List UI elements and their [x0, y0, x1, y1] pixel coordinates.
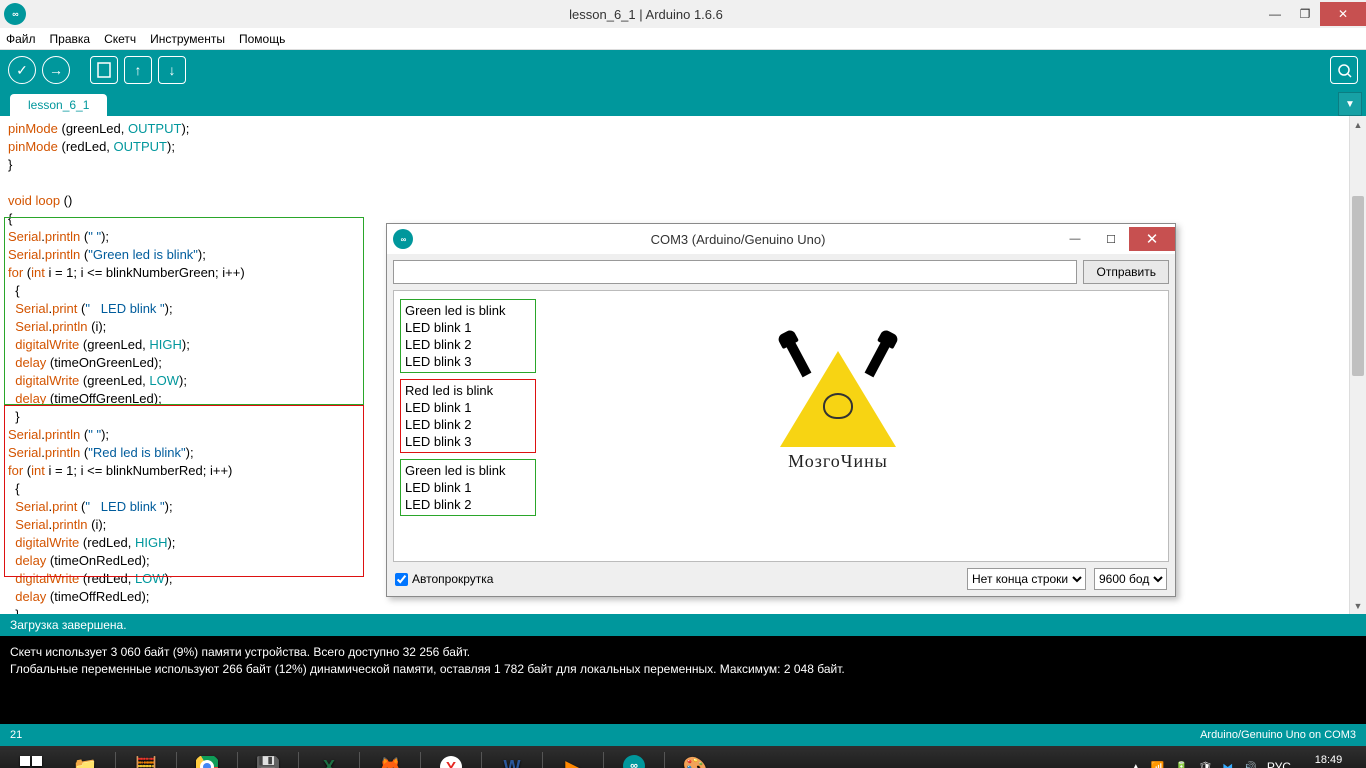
- serial-line: LED blink 2: [405, 496, 531, 513]
- build-console[interactable]: Скетч использует 3 060 байт (9%) памяти …: [0, 636, 1366, 724]
- serial-line: LED blink 3: [405, 433, 531, 450]
- tray-language[interactable]: РУС: [1267, 760, 1291, 768]
- console-line: Скетч использует 3 060 байт (9%) памяти …: [10, 644, 1356, 661]
- upload-button[interactable]: →: [42, 56, 70, 84]
- serial-send-button[interactable]: Отправить: [1083, 260, 1169, 284]
- serial-line: LED blink 1: [405, 399, 531, 416]
- serial-titlebar: ∞ COM3 (Arduino/Genuino Uno) — ☐ ✕: [387, 224, 1175, 254]
- footer-bar: 21 Arduino/Genuino Uno on COM3: [0, 724, 1366, 746]
- workspace: pinMode (greenLed, OUTPUT); pinMode (red…: [0, 116, 1366, 614]
- minimize-button[interactable]: —: [1260, 2, 1290, 26]
- taskbar-save-icon[interactable]: 💾: [244, 749, 292, 768]
- tray-network-icon[interactable]: 📶: [1151, 761, 1165, 768]
- serial-line: Green led is blink: [405, 302, 531, 319]
- verify-button[interactable]: ✓: [8, 56, 36, 84]
- status-bar: Загрузка завершена.: [0, 614, 1366, 636]
- serial-input[interactable]: [393, 260, 1077, 284]
- console-line: Глобальные переменные используют 266 бай…: [10, 661, 1356, 678]
- serial-block-green-2: Green led is blink LED blink 1 LED blink…: [400, 459, 536, 516]
- taskbar-explorer[interactable]: 📁: [61, 749, 109, 768]
- menu-tools[interactable]: Инструменты: [150, 32, 225, 46]
- board-info: Arduino/Genuino Uno on COM3: [1200, 729, 1356, 741]
- arduino-icon: ∞: [4, 3, 26, 25]
- taskbar-mediaplayer[interactable]: ▶: [549, 749, 597, 768]
- cursor-line: 21: [10, 729, 22, 741]
- taskbar-chrome[interactable]: [183, 749, 231, 768]
- titlebar: ∞ lesson_6_1 | Arduino 1.6.6 — ❐ ✕: [0, 0, 1366, 28]
- windows-taskbar: 📁 🧮 💾 X 🦊 Y W ▶ ∞ 🎨 ▲ 📶 🔋 🛡 ⧓ 🔊 РУС 18:4…: [0, 746, 1366, 768]
- menu-help[interactable]: Помощь: [239, 32, 285, 46]
- tray-bluetooth-icon[interactable]: ⧓: [1222, 761, 1233, 768]
- save-button[interactable]: ↓: [158, 56, 186, 84]
- open-button[interactable]: ↑: [124, 56, 152, 84]
- serial-line: LED blink 3: [405, 353, 531, 370]
- maximize-button[interactable]: ❐: [1290, 2, 1320, 26]
- serial-title: COM3 (Arduino/Genuino Uno): [419, 232, 1057, 247]
- serial-line: LED blink 1: [405, 319, 531, 336]
- sketch-tab[interactable]: lesson_6_1: [10, 94, 107, 116]
- serial-block-red-1: Red led is blink LED blink 1 LED blink 2…: [400, 379, 536, 453]
- scroll-up-icon[interactable]: ▲: [1350, 116, 1366, 133]
- serial-monitor-button[interactable]: [1330, 56, 1358, 84]
- serial-line: Green led is blink: [405, 462, 531, 479]
- taskbar-word[interactable]: W: [488, 749, 536, 768]
- watermark-logo: МозгоЧины: [748, 351, 928, 470]
- serial-line: Red led is blink: [405, 382, 531, 399]
- scroll-thumb[interactable]: [1352, 196, 1364, 376]
- arduino-icon: ∞: [393, 229, 413, 249]
- scroll-down-icon[interactable]: ▼: [1350, 597, 1366, 614]
- toolbar: ✓ → ↑ ↓: [0, 50, 1366, 90]
- serial-line: LED blink 1: [405, 479, 531, 496]
- serial-maximize-button[interactable]: ☐: [1093, 227, 1129, 251]
- tab-menu-button[interactable]: ▼: [1338, 92, 1362, 116]
- menubar: Файл Правка Скетч Инструменты Помощь: [0, 28, 1366, 50]
- new-button[interactable]: [90, 56, 118, 84]
- tray-battery-icon[interactable]: 🔋: [1175, 761, 1189, 768]
- taskbar-arduino[interactable]: ∞: [610, 749, 658, 768]
- menu-edit[interactable]: Правка: [50, 32, 91, 46]
- taskbar-yandex[interactable]: Y: [427, 749, 475, 768]
- autoscroll-checkbox[interactable]: Автопрокрутка: [395, 572, 493, 586]
- system-tray: ▲ 📶 🔋 🛡 ⧓ 🔊 РУС 18:49 21.02.2017: [1131, 754, 1362, 768]
- watermark-text: МозгоЧины: [748, 453, 928, 470]
- serial-block-green-1: Green led is blink LED blink 1 LED blink…: [400, 299, 536, 373]
- taskbar-excel[interactable]: X: [305, 749, 353, 768]
- tray-shield-icon[interactable]: 🛡: [1198, 761, 1212, 768]
- serial-line: LED blink 2: [405, 336, 531, 353]
- line-ending-select[interactable]: Нет конца строки: [967, 568, 1086, 590]
- tray-volume-icon[interactable]: 🔊: [1243, 761, 1257, 768]
- menu-sketch[interactable]: Скетч: [104, 32, 136, 46]
- status-text: Загрузка завершена.: [10, 618, 127, 632]
- tray-time: 18:49: [1301, 754, 1356, 767]
- editor-scrollbar[interactable]: ▲ ▼: [1349, 116, 1366, 614]
- serial-minimize-button[interactable]: —: [1057, 227, 1093, 251]
- tray-expand-icon[interactable]: ▲: [1131, 762, 1141, 768]
- baud-select[interactable]: 9600 бод: [1094, 568, 1167, 590]
- tabstrip: lesson_6_1 ▼: [0, 90, 1366, 116]
- serial-monitor-window: ∞ COM3 (Arduino/Genuino Uno) — ☐ ✕ Отпра…: [386, 223, 1176, 597]
- tray-clock[interactable]: 18:49 21.02.2017: [1301, 754, 1356, 768]
- taskbar-calculator[interactable]: 🧮: [122, 749, 170, 768]
- close-button[interactable]: ✕: [1320, 2, 1366, 26]
- menu-file[interactable]: Файл: [6, 32, 36, 46]
- start-button[interactable]: [7, 749, 55, 768]
- serial-line: LED blink 2: [405, 416, 531, 433]
- serial-close-button[interactable]: ✕: [1129, 227, 1175, 251]
- serial-output[interactable]: Green led is blink LED blink 1 LED blink…: [393, 290, 1169, 562]
- taskbar-gimp[interactable]: 🎨: [671, 749, 719, 768]
- taskbar-firefox[interactable]: 🦊: [366, 749, 414, 768]
- window-title: lesson_6_1 | Arduino 1.6.6: [32, 7, 1260, 22]
